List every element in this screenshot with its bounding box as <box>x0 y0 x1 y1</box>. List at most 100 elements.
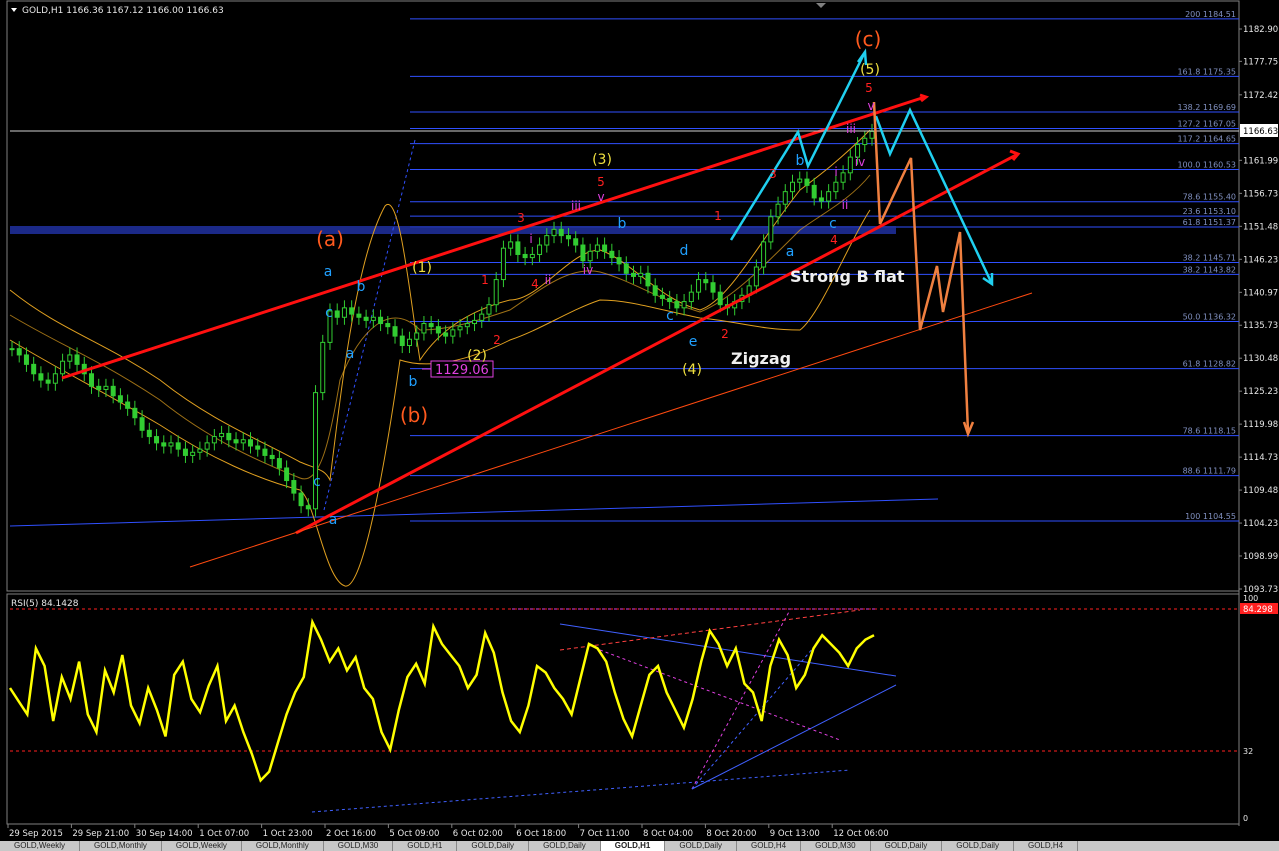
chart-tab[interactable]: GOLD,Monthly <box>242 841 324 851</box>
candle-body <box>370 316 376 321</box>
candle-body <box>88 373 94 387</box>
chart-tab[interactable]: GOLD,H4 <box>737 841 802 851</box>
candle-body <box>609 250 615 259</box>
candle-body <box>797 178 803 183</box>
time-tick-label: 30 Sep 14:00 <box>136 829 193 839</box>
chart-tab[interactable]: GOLD,Daily <box>529 841 601 851</box>
rsi-title: RSI(5) 84.1428 <box>11 599 79 609</box>
candle-body <box>688 291 694 303</box>
candle-body <box>175 442 181 450</box>
candle-body <box>262 448 268 456</box>
time-tick-label: 29 Sep 21:00 <box>72 829 129 839</box>
chart-tab[interactable]: GOLD,Daily <box>665 841 737 851</box>
chart-tab[interactable]: GOLD,Weekly <box>0 841 80 851</box>
wave-label: (3) <box>592 152 612 168</box>
time-tick-label: 8 Oct 20:00 <box>706 829 756 839</box>
chart-tab[interactable]: GOLD,H4 <box>1014 841 1079 851</box>
candle-body <box>457 326 463 331</box>
candle-body <box>103 385 109 390</box>
candle-body <box>378 316 384 325</box>
time-tick-label: 6 Oct 18:00 <box>516 829 566 839</box>
rsi-trend-3 <box>691 684 897 790</box>
candle-body <box>197 448 203 453</box>
wave-label: c <box>325 305 333 321</box>
candle-body <box>96 385 102 390</box>
shift-marker-icon[interactable] <box>816 3 826 8</box>
rsi-panel-border <box>6 593 1240 825</box>
chart-tab[interactable]: GOLD,Monthly <box>80 841 162 851</box>
candle-body <box>320 341 326 394</box>
price-tick-label: 1151.48 <box>1243 222 1278 232</box>
price-tick-label: 1130.48 <box>1243 354 1278 364</box>
chart-tab[interactable]: GOLD,H1 <box>393 841 458 851</box>
candle-body <box>472 319 478 325</box>
wave-label: 1 <box>714 209 722 223</box>
time-tick-label: 5 Oct 09:00 <box>389 829 439 839</box>
wave-label: (1) <box>412 260 432 276</box>
candle-body <box>544 235 550 246</box>
fib-label: 127.2 1167.05 <box>1177 120 1236 129</box>
chart-tab[interactable]: GOLD,M30 <box>324 841 394 851</box>
fib-label: 23.6 1153.10 <box>1183 207 1236 216</box>
chart-tab[interactable]: GOLD,Daily <box>457 841 530 851</box>
candle-body <box>204 442 210 450</box>
wave-label: 4 <box>830 233 838 247</box>
price-tick-label: 1146.23 <box>1243 255 1278 265</box>
wave-label: iii <box>571 199 581 213</box>
candle-body <box>341 307 347 318</box>
chart-tab[interactable]: GOLD,H1 <box>600 841 666 851</box>
candle-body <box>565 235 571 240</box>
fib-label: 88.6 1111.79 <box>1183 467 1236 476</box>
candle-body <box>594 244 600 252</box>
chart-tab[interactable]: GOLD,M30 <box>801 841 871 851</box>
wave-label: c <box>666 308 674 324</box>
candle-body <box>862 137 868 146</box>
current-price-label: 1166.63 <box>1243 127 1278 137</box>
wave-label: iv <box>855 155 865 169</box>
candle-body <box>479 313 485 321</box>
candle-body <box>421 323 427 334</box>
chart-tab[interactable]: GOLD,Daily <box>871 841 943 851</box>
wave-label: c <box>829 216 837 232</box>
candle-body <box>587 250 593 262</box>
wave-label: b <box>796 153 805 169</box>
wave-label: iii <box>846 122 856 136</box>
fib-label: 100 1104.55 <box>1185 512 1236 521</box>
symbol-info: GOLD,H1 1166.36 1167.12 1166.00 1166.63 <box>22 6 224 16</box>
price-tick-label: 1156.73 <box>1243 189 1278 199</box>
rsi-trend-2 <box>559 623 897 677</box>
bollinger-lower <box>9 209 871 587</box>
candle-body <box>753 266 759 287</box>
lower-blue-trendline <box>9 498 939 527</box>
candle-body <box>45 379 51 384</box>
candle-body <box>768 216 774 243</box>
candle-body <box>529 253 535 259</box>
fib-label: 78.6 1118.15 <box>1183 427 1236 436</box>
candle-body <box>334 310 340 318</box>
candle-body <box>840 172 846 183</box>
rsi-trend-4 <box>311 769 851 813</box>
wave-label: b <box>409 374 418 390</box>
candle-body <box>255 445 261 450</box>
support-zone <box>10 226 896 234</box>
price-tick-label: 1161.99 <box>1243 156 1278 166</box>
candle-body <box>349 307 355 315</box>
chevron-down-icon[interactable] <box>11 8 17 12</box>
wave-labels: (c)(a)(b)(1)(2)(3)(4)(5)abcabcabdceabc12… <box>313 27 905 528</box>
candle-body <box>551 228 557 237</box>
time-tick-label: 1 Oct 07:00 <box>199 829 249 839</box>
time-tick-label: 9 Oct 13:00 <box>770 829 820 839</box>
wave-label: 5 <box>865 81 873 95</box>
rsi-axis-32: 32 <box>1243 747 1253 756</box>
candle-body <box>161 442 167 447</box>
fib-label: 138.2 1169.69 <box>1177 103 1236 112</box>
chart-tab[interactable]: GOLD,Daily <box>942 841 1014 851</box>
candle-body <box>790 181 796 193</box>
time-tick-label: 8 Oct 04:00 <box>643 829 693 839</box>
candle-body <box>623 263 629 274</box>
candle-body <box>659 294 665 299</box>
fib-label: 78.6 1155.40 <box>1183 193 1236 202</box>
chart-tab[interactable]: GOLD,Weekly <box>162 841 242 851</box>
candle-body <box>363 316 369 321</box>
price-tick-label: 1109.48 <box>1243 486 1278 496</box>
